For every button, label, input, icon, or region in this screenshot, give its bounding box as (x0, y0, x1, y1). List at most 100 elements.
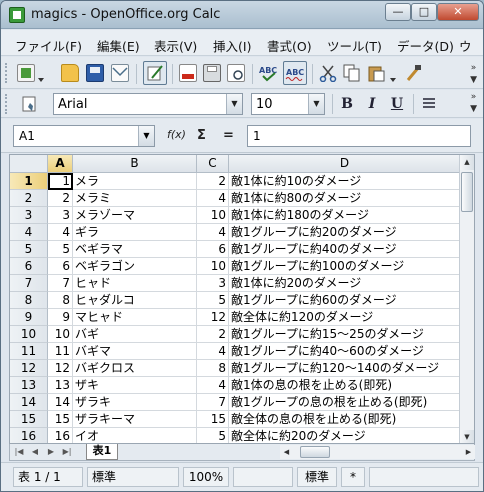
function-icon[interactable]: = (223, 128, 234, 143)
horizontal-scroll-thumb[interactable] (300, 446, 330, 458)
cell-a7[interactable]: 7 (48, 275, 73, 292)
cell-d8[interactable]: 敵1グループに約60のダメージ (229, 292, 461, 309)
menu-file[interactable]: ファイル(F) (15, 36, 82, 55)
menu-tools[interactable]: ツール(T) (327, 36, 382, 55)
row-header[interactable]: 2 (10, 190, 48, 207)
cell-c1[interactable]: 2 (197, 173, 229, 190)
cell-d9[interactable]: 敵全体に約120のダメージ (229, 309, 461, 326)
menu-edit[interactable]: 編集(E) (97, 36, 140, 55)
cell-c2[interactable]: 4 (197, 190, 229, 207)
row-header[interactable]: 16 (10, 428, 48, 443)
column-header-c[interactable]: C (197, 155, 229, 173)
cell-d16[interactable]: 敵全体に約20のダメージ (229, 428, 461, 443)
cell-a1[interactable]: 1 (48, 173, 73, 190)
cell-c12[interactable]: 8 (197, 360, 229, 377)
row-header[interactable]: 14 (10, 394, 48, 411)
cell-a5[interactable]: 5 (48, 241, 73, 258)
row-header[interactable]: 13 (10, 377, 48, 394)
cell-a12[interactable]: 12 (48, 360, 73, 377)
cell-d1[interactable]: 敵1体に約10のダメージ (229, 173, 461, 190)
toolbar-overflow-button[interactable]: » ▼ (470, 63, 477, 85)
scroll-down-icon[interactable]: ▼ (460, 430, 474, 443)
cell-d14[interactable]: 敵1グループの息の根を止める(即死) (229, 394, 461, 411)
cell-d12[interactable]: 敵1グループに約120〜140のダメージ (229, 360, 461, 377)
cell-a13[interactable]: 13 (48, 377, 73, 394)
cell-a14[interactable]: 14 (48, 394, 73, 411)
save-icon[interactable] (86, 64, 104, 82)
cell-c15[interactable]: 15 (197, 411, 229, 428)
scroll-left-icon[interactable]: ◀ (280, 445, 293, 459)
cell-c6[interactable]: 10 (197, 258, 229, 275)
toolbar-grip[interactable] (5, 94, 9, 114)
status-page-style[interactable]: 標準 (87, 467, 179, 487)
new-document-icon[interactable] (17, 64, 35, 82)
toolbar-grip[interactable] (5, 63, 9, 83)
cell-c5[interactable]: 6 (197, 241, 229, 258)
cell-b1[interactable]: メラ (73, 173, 197, 190)
cell-b8[interactable]: ヒャダルコ (73, 292, 197, 309)
row-header[interactable]: 7 (10, 275, 48, 292)
cell-a10[interactable]: 10 (48, 326, 73, 343)
clone-formatting-icon[interactable] (404, 64, 422, 82)
name-box[interactable]: A1 ▼ (13, 125, 155, 147)
cell-d3[interactable]: 敵1体に約180のダメージ (229, 207, 461, 224)
cell-d6[interactable]: 敵1グループに約100のダメージ (229, 258, 461, 275)
row-header[interactable]: 15 (10, 411, 48, 428)
last-sheet-icon[interactable]: ▶| (61, 445, 73, 459)
cell-b9[interactable]: マヒャド (73, 309, 197, 326)
cell-b2[interactable]: メラミ (73, 190, 197, 207)
next-sheet-icon[interactable]: ▶ (45, 445, 57, 459)
paste-icon[interactable] (367, 64, 385, 82)
row-header[interactable]: 6 (10, 258, 48, 275)
cell-b16[interactable]: イオ (73, 428, 197, 443)
cell-a16[interactable]: 16 (48, 428, 73, 443)
font-name-box[interactable]: Arial ▼ (53, 93, 243, 115)
cell-d2[interactable]: 敵1体に約80のダメージ (229, 190, 461, 207)
select-all-corner[interactable] (10, 155, 48, 173)
font-name-dropdown-icon[interactable]: ▼ (226, 94, 242, 114)
cell-d13[interactable]: 敵1体の息の根を止める(即死) (229, 377, 461, 394)
column-header-d[interactable]: D (229, 155, 461, 173)
cell-c16[interactable]: 5 (197, 428, 229, 443)
cell-d7[interactable]: 敵1体に約20のダメージ (229, 275, 461, 292)
row-header[interactable]: 11 (10, 343, 48, 360)
row-header[interactable]: 5 (10, 241, 48, 258)
cut-icon[interactable] (319, 64, 337, 83)
cell-b13[interactable]: ザキ (73, 377, 197, 394)
cell-c4[interactable]: 4 (197, 224, 229, 241)
cell-d10[interactable]: 敵1グループに約15〜25のダメージ (229, 326, 461, 343)
column-header-a[interactable]: A (48, 155, 73, 173)
open-folder-icon[interactable] (61, 64, 79, 82)
cell-b6[interactable]: ベギラゴン (73, 258, 197, 275)
row-header[interactable]: 12 (10, 360, 48, 377)
align-icon[interactable] (421, 95, 439, 113)
cell-c13[interactable]: 4 (197, 377, 229, 394)
cell-a15[interactable]: 15 (48, 411, 73, 428)
cell-c7[interactable]: 3 (197, 275, 229, 292)
cell-d4[interactable]: 敵1グループに約20のダメージ (229, 224, 461, 241)
cell-b10[interactable]: バギ (73, 326, 197, 343)
cell-a4[interactable]: 4 (48, 224, 73, 241)
font-size-box[interactable]: 10 ▼ (251, 93, 325, 115)
cell-c9[interactable]: 12 (197, 309, 229, 326)
row-header[interactable]: 8 (10, 292, 48, 309)
new-dropdown-icon[interactable] (38, 72, 44, 82)
cell-a11[interactable]: 11 (48, 343, 73, 360)
cell-b14[interactable]: ザラキ (73, 394, 197, 411)
spreadsheet-grid[interactable]: ▲ ▼ A B C D 1 1 メラ 2 敵1体に約10のダメージ 2 2 メラミ 4 敵1体に約80のダ… (9, 154, 475, 444)
first-sheet-icon[interactable]: |◀ (13, 445, 25, 459)
spellcheck-icon[interactable]: ABC (259, 64, 277, 82)
scroll-up-icon[interactable]: ▲ (460, 155, 474, 170)
name-box-dropdown-icon[interactable]: ▼ (138, 126, 154, 146)
copy-icon[interactable] (343, 64, 361, 82)
cell-b15[interactable]: ザラキーマ (73, 411, 197, 428)
prev-sheet-icon[interactable]: ◀ (29, 445, 41, 459)
italic-button[interactable]: I (362, 95, 382, 113)
vertical-scrollbar[interactable]: ▲ ▼ (459, 155, 474, 443)
status-zoom[interactable]: 100% (183, 467, 229, 487)
minimize-button[interactable]: — (385, 3, 411, 21)
row-header[interactable]: 3 (10, 207, 48, 224)
row-header[interactable]: 4 (10, 224, 48, 241)
cell-b5[interactable]: ベギラマ (73, 241, 197, 258)
cell-d15[interactable]: 敵全体の息の根を止める(即死) (229, 411, 461, 428)
